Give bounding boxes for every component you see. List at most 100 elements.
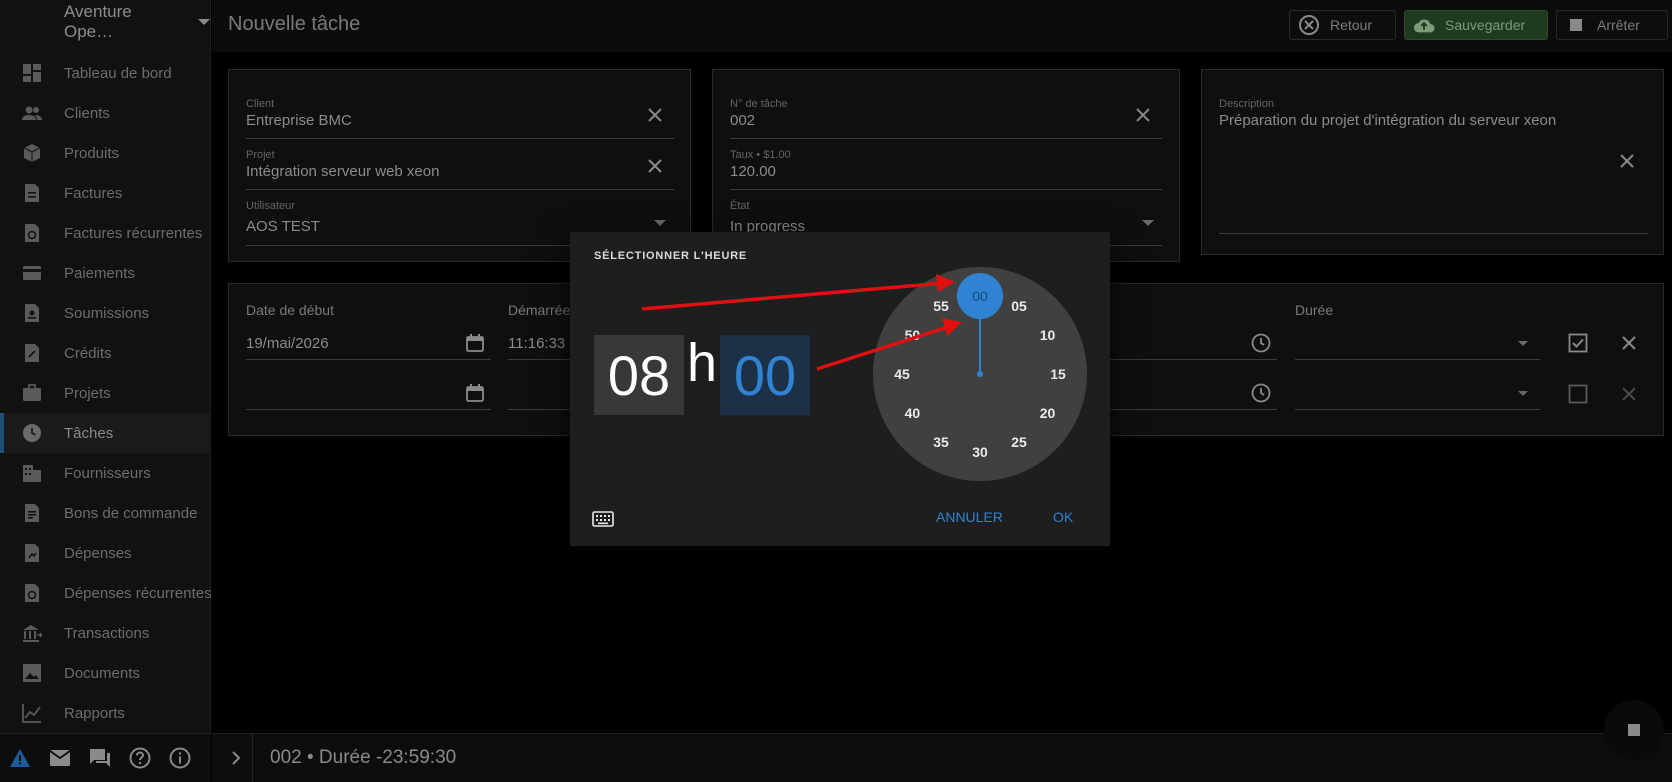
chevron-right-icon[interactable] (226, 748, 246, 768)
ok-button[interactable]: OK (1053, 509, 1073, 525)
end-time-input[interactable] (1109, 376, 1277, 410)
sidebar-item-paiements[interactable]: Paiements (0, 253, 211, 293)
clock-minute-40[interactable]: 40 (897, 403, 927, 423)
clock-minute-15[interactable]: 15 (1043, 364, 1073, 384)
sidebar-item-credits[interactable]: Crédits (0, 333, 211, 373)
calendar-icon[interactable] (465, 383, 485, 403)
company-selector[interactable]: Aventure Ope… (64, 2, 210, 41)
sidebar-item-soumissions[interactable]: Soumissions (0, 293, 211, 333)
clock-minute-45[interactable]: 45 (887, 364, 917, 384)
sidebar-bottom-bar (0, 733, 211, 782)
keyboard-icon[interactable] (592, 510, 614, 528)
timer-status: 002 • Durée -23:59:30 (270, 747, 457, 768)
sidebar-item-tableau-de-bord[interactable]: Tableau de bord (0, 53, 211, 93)
client-label: Client (246, 98, 275, 110)
sidebar-item-rapports[interactable]: Rapports (0, 693, 211, 733)
sidebar-item-label: Soumissions (64, 304, 150, 322)
stop-button-label: Arrêter (1597, 17, 1640, 33)
sidebar-item-label: Factures (64, 184, 123, 202)
stop-button[interactable]: Arrêter (1556, 10, 1668, 40)
start-date-header: Date de début (246, 302, 334, 318)
clock-minute-50[interactable]: 50 (897, 325, 927, 345)
clear-icon[interactable] (646, 106, 664, 124)
clock-minute-05[interactable]: 05 (1004, 296, 1034, 316)
sidebar-item-taches[interactable]: Tâches (0, 413, 211, 453)
sidebar-item-projets[interactable]: Projets (0, 373, 211, 413)
calendar-icon[interactable] (465, 333, 485, 353)
sidebar-item-transactions[interactable]: Transactions (0, 613, 211, 653)
clock-icon[interactable] (1251, 333, 1271, 353)
sidebar-item-fournisseurs[interactable]: Fournisseurs (0, 453, 211, 493)
chevron-down-icon (1518, 341, 1528, 346)
clock-minute-25[interactable]: 25 (1004, 432, 1034, 452)
rate-field[interactable]: Taux • $1.00 120.00 (730, 149, 1162, 190)
purchase-order-icon (25, 504, 39, 522)
sidebar-item-label: Bons de commande (64, 504, 198, 522)
checkbox-unchecked-icon[interactable] (1568, 384, 1588, 404)
delete-row-icon[interactable] (1619, 384, 1639, 404)
sidebar-item-factures[interactable]: Factures (0, 173, 211, 213)
clock-icon[interactable] (1251, 383, 1271, 403)
clear-icon[interactable] (1618, 152, 1636, 170)
client-field[interactable]: Client Entreprise BMC (246, 98, 674, 139)
warning-icon[interactable] (8, 746, 32, 770)
selected-minute-bubble[interactable]: 00 (957, 273, 1003, 319)
sidebar-item-depenses[interactable]: Dépenses (0, 533, 211, 573)
clock-minute-10[interactable]: 10 (1033, 325, 1063, 345)
sidebar-item-label: Transactions (64, 624, 150, 642)
invoice-icon (25, 184, 39, 202)
clear-icon[interactable] (646, 157, 664, 175)
building-icon (23, 465, 41, 482)
people-icon (22, 106, 42, 120)
sidebar-item-depenses-recurrentes[interactable]: Dépenses récurrentes (0, 573, 212, 613)
start-date-input[interactable] (246, 376, 491, 410)
delete-row-icon[interactable] (1619, 333, 1639, 353)
sidebar-item-factures-recurrentes[interactable]: Factures récurrentes (0, 213, 211, 253)
minute-display[interactable]: 00 (720, 335, 810, 415)
hour-display[interactable]: 08 (594, 335, 684, 415)
quote-icon (25, 304, 39, 322)
description-field[interactable]: Description Préparation du projet d'inté… (1219, 98, 1648, 234)
sidebar-item-label: Crédits (64, 344, 112, 362)
page-title: Nouvelle tâche (228, 13, 361, 35)
chart-icon (22, 704, 41, 723)
sidebar-item-bons-de-commande[interactable]: Bons de commande (0, 493, 211, 533)
rate-value: 120.00 (730, 163, 776, 180)
info-icon[interactable] (168, 746, 192, 770)
mail-icon[interactable] (48, 746, 72, 770)
sidebar-item-produits[interactable]: Produits (0, 133, 211, 173)
clock-minute-35[interactable]: 35 (926, 432, 956, 452)
checkbox-checked-icon[interactable] (1568, 333, 1588, 353)
description-card: Description Préparation du projet d'inté… (1201, 69, 1664, 255)
stop-timer-button[interactable] (1604, 700, 1664, 760)
sidebar-item-clients[interactable]: Clients (0, 93, 211, 133)
sidebar-item-label: Produits (64, 144, 120, 162)
sidebar-item-label: Projets (64, 384, 111, 402)
duration-select[interactable] (1295, 326, 1540, 360)
clock-minute-20[interactable]: 20 (1033, 403, 1063, 423)
cancel-button[interactable]: ANNULER (936, 509, 1003, 525)
chevron-down-icon (1142, 220, 1154, 226)
duration-select[interactable] (1295, 376, 1540, 410)
project-field[interactable]: Projet Intégration serveur web xeon (246, 149, 674, 190)
clock-minute-30[interactable]: 30 (965, 442, 995, 462)
task-number-field[interactable]: N° de tâche 002 (730, 98, 1162, 139)
rate-label: Taux • $1.00 (730, 149, 791, 161)
back-button[interactable]: Retour (1289, 10, 1396, 40)
clock-minute-55[interactable]: 55 (926, 296, 956, 316)
sidebar-item-documents[interactable]: Documents (0, 653, 211, 693)
start-date-input[interactable]: 19/mai/2026 (246, 326, 491, 360)
cloud-upload-icon (1413, 14, 1435, 36)
sidebar-item-label: Clients (64, 104, 110, 122)
sidebar-item-label: Documents (64, 664, 140, 682)
clock-dial[interactable]: 00 05 10 15 20 25 30 35 40 45 50 55 (873, 267, 1087, 481)
start-date-value: 19/mai/2026 (246, 335, 329, 352)
clear-icon[interactable] (1134, 106, 1152, 124)
end-time-input[interactable] (1109, 326, 1277, 360)
help-icon[interactable] (128, 746, 152, 770)
sidebar-item-label: Fournisseurs (64, 464, 151, 482)
back-button-label: Retour (1330, 17, 1373, 33)
image-icon (23, 664, 41, 682)
forum-icon[interactable] (88, 746, 112, 770)
save-button[interactable]: Sauvegarder (1404, 10, 1548, 40)
